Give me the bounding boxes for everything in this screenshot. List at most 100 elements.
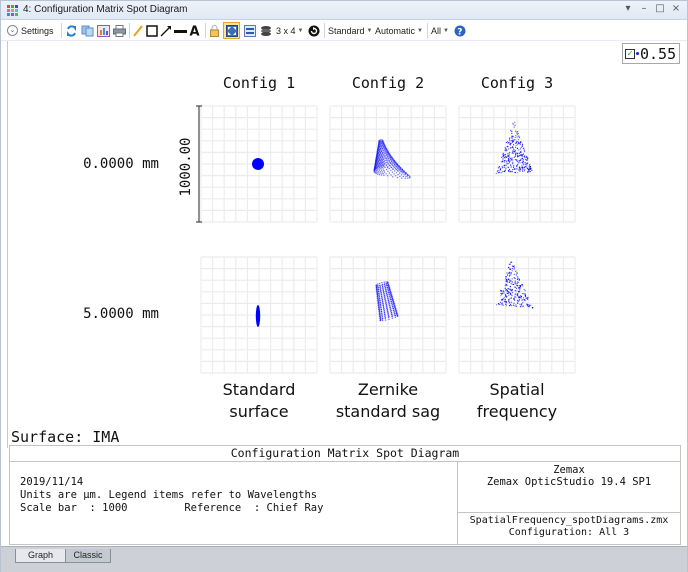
spot-ray — [526, 168, 528, 170]
spot-ray — [520, 153, 522, 156]
spot-ray — [503, 161, 505, 163]
spot-ray — [401, 177, 403, 179]
spot-ray — [516, 159, 518, 161]
spot-ray — [517, 131, 519, 133]
spot-ray — [524, 163, 526, 166]
fit-window-button[interactable] — [223, 22, 240, 39]
spot-ray — [522, 305, 524, 307]
spot-ray — [508, 266, 510, 268]
close-button[interactable]: × — [669, 3, 683, 14]
spot-ray — [505, 294, 507, 296]
standard-dropdown[interactable]: Standard ▼ — [328, 23, 372, 38]
spot-ray — [381, 319, 384, 322]
spot-ray — [386, 150, 388, 152]
spot-ray — [378, 294, 380, 296]
spot-ray — [395, 311, 397, 313]
spot-ray — [380, 310, 383, 313]
line-tool-button[interactable] — [173, 23, 187, 38]
spot-ray — [391, 317, 394, 319]
spot-ray — [388, 293, 391, 296]
spot-ray — [394, 313, 396, 315]
spot-ray — [394, 307, 396, 310]
spot-ray — [393, 309, 395, 311]
minimize-button[interactable]: – — [637, 3, 651, 14]
spot-ray — [519, 154, 521, 156]
spot-ray — [507, 155, 509, 157]
layout-dropdown[interactable]: 3 x 4 ▼ — [276, 23, 303, 38]
spot-ray — [507, 142, 509, 144]
spot-ray — [381, 144, 383, 146]
automatic-dropdown[interactable]: Automatic ▼ — [375, 23, 423, 38]
spot-ray — [531, 169, 533, 171]
spot-ray — [381, 158, 383, 160]
copy-button[interactable] — [80, 23, 94, 38]
spot-ray — [382, 149, 384, 151]
spot-ray — [514, 139, 516, 141]
spot-ray — [510, 280, 512, 282]
spot-ray — [386, 166, 389, 169]
spot-ray — [509, 157, 512, 159]
rectangle-tool-button[interactable] — [145, 23, 158, 38]
lock-button[interactable] — [209, 23, 220, 38]
all-dropdown[interactable]: All ▼ — [431, 23, 449, 38]
spot-ray — [508, 300, 510, 302]
help-icon: ? — [454, 25, 465, 37]
checkbox-icon[interactable]: ✓ — [625, 48, 635, 59]
spot-ray — [529, 171, 531, 173]
spot-ray — [499, 301, 502, 303]
spot-ray — [379, 317, 382, 319]
spot-ray — [515, 274, 517, 276]
spot-ray — [517, 287, 520, 289]
spot-ray — [385, 303, 388, 305]
spot-ray — [508, 275, 510, 277]
spot-ray — [393, 311, 396, 313]
legend-scale-box[interactable]: ✓ 0.55 — [622, 43, 680, 64]
spot-ray — [385, 150, 387, 153]
spot-ray — [513, 299, 515, 301]
spot-ray — [404, 177, 406, 179]
spot-ray — [516, 160, 518, 162]
spot-ray — [508, 148, 510, 150]
spot-ray — [505, 141, 508, 144]
spot-ray — [514, 171, 516, 174]
window-menu-dropdown-icon[interactable]: ▾ — [621, 3, 635, 14]
spot-ray — [509, 263, 511, 265]
settings-button[interactable]: ⌄ Settings — [7, 23, 54, 38]
spot-ray — [392, 306, 394, 308]
spot-ray — [511, 136, 514, 138]
arrow-tool-button[interactable] — [159, 23, 172, 38]
tab-classic[interactable]: Classic — [65, 549, 111, 563]
spot-ray — [381, 312, 383, 314]
spot-ray — [381, 298, 384, 301]
spot-ray — [388, 164, 391, 167]
refresh-button[interactable] — [65, 23, 78, 38]
spot-ray — [519, 143, 521, 145]
toolbar-separator — [205, 23, 206, 38]
spot-ray — [502, 171, 504, 173]
toolbar: ⌄ Settings A 3 x 4 ▼ Standard ▼ Automati… — [1, 20, 687, 41]
pencil-tool-button[interactable] — [132, 23, 144, 38]
tab-graph[interactable]: Graph — [15, 549, 65, 563]
spot-ray — [510, 164, 512, 166]
spot-ray — [507, 278, 510, 280]
layers-button[interactable] — [259, 23, 273, 38]
spot-ray — [510, 129, 512, 132]
export-button[interactable] — [96, 23, 110, 38]
spot-ray — [501, 291, 503, 293]
spot-ray — [523, 170, 526, 172]
text-tool-button[interactable]: A — [189, 23, 201, 38]
rotate-button[interactable] — [307, 23, 320, 38]
spot-ray — [384, 166, 386, 169]
spot-ray — [377, 295, 379, 297]
info-box-vendor: Zemax Zemax OpticStudio 19.4 SP1 — [458, 464, 680, 488]
print-button[interactable] — [112, 23, 126, 38]
help-button[interactable]: ? — [453, 23, 466, 38]
spot-ray — [505, 305, 507, 307]
window-layout-button[interactable] — [243, 23, 257, 38]
spot-ray — [399, 175, 401, 178]
spot-ray — [508, 170, 510, 172]
spot-ray — [512, 152, 514, 154]
spot-ray — [508, 271, 510, 273]
maximize-button[interactable]: □ — [653, 3, 667, 14]
spot-ray — [511, 270, 513, 272]
